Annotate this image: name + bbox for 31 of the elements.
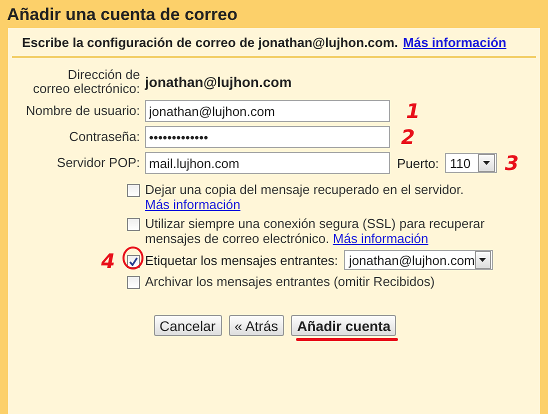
email-address: jonathan@lujhon.com — [145, 74, 293, 90]
username-field[interactable]: jonathan@lujhon.com — [145, 100, 390, 122]
field-label: Dirección de correo electrónico: — [32, 68, 140, 96]
action-button[interactable]: Añadir cuenta — [291, 315, 396, 336]
checkbox[interactable] — [127, 276, 140, 289]
password-field[interactable]: ••••••••••••• — [145, 126, 390, 148]
intro-text: Escribe la configuración de correo de jonathan@lujhon.com. — [22, 35, 398, 50]
annotation-number: 3 — [504, 154, 519, 172]
option-text: Etiquetar los mensajes entrantes: — [145, 252, 338, 268]
window-title: Añadir una cuenta de correo — [6, 4, 238, 26]
checkbox[interactable] — [127, 184, 140, 197]
port-label: Puerto: — [397, 156, 439, 170]
more-info-link[interactable]: Más información — [145, 197, 240, 212]
more-info-link[interactable]: Más información — [332, 231, 428, 246]
annotation-number: 1 — [406, 102, 420, 120]
annotation-number: 4 — [101, 252, 115, 270]
label-select[interactable]: jonathan@lujhon.com — [344, 250, 493, 270]
pop-server-field[interactable]: mail.lujhon.com — [145, 152, 390, 174]
field-label: Contraseña: — [69, 130, 140, 144]
action-button[interactable]: Cancelar — [154, 315, 222, 336]
port-select[interactable]: 110 — [444, 153, 497, 173]
annotation-number: 2 — [401, 128, 415, 146]
checkbox[interactable] — [127, 218, 140, 231]
checkbox[interactable] — [127, 254, 140, 268]
option-text: Archivar los mensajes entrantes (omitir Recibidos) — [145, 274, 436, 289]
field-label: Nombre de usuario: — [26, 104, 140, 118]
field-label: Servidor POP: — [56, 156, 140, 170]
more-info-link[interactable]: Más información — [403, 35, 506, 50]
option-text: Utilizar siempre una conexión segura (SSL) para recuperar mensajes de correo electrónico. Más información — [145, 216, 486, 246]
action-button[interactable]: « Atrás — [228, 315, 284, 336]
option-text: Dejar una copia del mensaje recuperado en el servidor. Más información — [145, 182, 465, 212]
